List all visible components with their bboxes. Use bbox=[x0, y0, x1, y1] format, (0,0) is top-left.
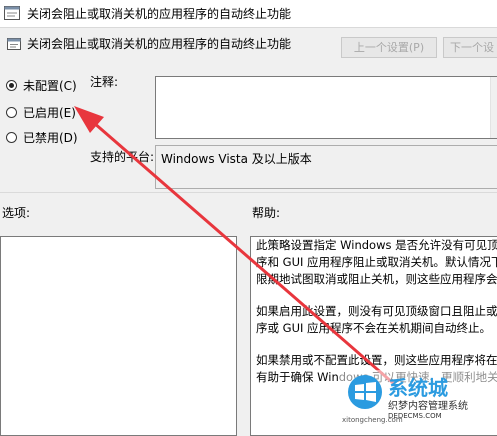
title-bar: 关闭会阻止或取消关机的应用程序的自动终止功能 bbox=[0, 0, 497, 28]
setting-title: 关闭会阻止或取消关机的应用程序的自动终止功能 bbox=[27, 37, 292, 51]
radio-label: 已启用(E) bbox=[23, 105, 76, 120]
comment-label: 注释: bbox=[90, 75, 119, 89]
supported-platform-value: Windows Vista 及以上版本 bbox=[155, 145, 497, 189]
options-panel[interactable] bbox=[0, 236, 237, 436]
radio-button[interactable] bbox=[6, 131, 17, 143]
help-line: 限期地试图取消或阻止关机，则这些应用程序会自 bbox=[256, 272, 497, 286]
radio-disabled[interactable]: 已禁用(D) bbox=[6, 128, 78, 146]
help-paragraph: 如果启用此设置，则没有可见顶级窗口且阻止或取 序或 GUI 应用程序不会在关机期… bbox=[256, 303, 497, 337]
radio-enabled[interactable]: 已启用(E) bbox=[6, 103, 76, 121]
radio-label: 未配置(C) bbox=[23, 78, 77, 93]
previous-setting-button[interactable]: 上一个设置(P) bbox=[341, 37, 437, 58]
help-label: 帮助: bbox=[252, 206, 281, 220]
policy-icon bbox=[4, 6, 20, 20]
help-line: 如果禁用或不配置此设置，则这些应用程序将在关 bbox=[256, 353, 497, 367]
help-paragraph: 此策略设置指定 Windows 是否允许没有可见顶级 序和 GUI 应用程序阻止… bbox=[256, 237, 497, 288]
radio-button[interactable] bbox=[6, 106, 17, 118]
window-title: 关闭会阻止或取消关机的应用程序的自动终止功能 bbox=[27, 7, 292, 21]
watermark-line1: 织梦内容管理系统 bbox=[388, 399, 468, 412]
watermark-line3: xitongcheng.com bbox=[342, 416, 403, 424]
setting-icon bbox=[7, 38, 21, 50]
radio-not-configured[interactable]: 未配置(C) bbox=[6, 76, 77, 94]
watermark-logo: 系统城 织梦内容管理系统 DEDECMS.COM xitongcheng.com bbox=[338, 370, 497, 424]
help-line: 此策略设置指定 Windows 是否允许没有可见顶级 bbox=[256, 238, 497, 252]
help-line: 序或 GUI 应用程序不会在关机期间自动终止。 bbox=[256, 321, 492, 335]
help-line: 如果启用此设置，则没有可见顶级窗口且阻止或取 bbox=[256, 304, 497, 318]
scrollbar[interactable] bbox=[490, 77, 497, 138]
radio-label: 已禁用(D) bbox=[23, 130, 78, 145]
comment-textarea[interactable] bbox=[155, 76, 497, 139]
watermark-brand: 系统城 bbox=[388, 376, 448, 400]
radio-button[interactable] bbox=[6, 79, 17, 91]
divider bbox=[0, 192, 497, 193]
next-setting-button[interactable]: 下一个设 bbox=[443, 37, 497, 58]
supported-platform-label: 支持的平台: bbox=[90, 150, 155, 164]
options-label: 选项: bbox=[2, 206, 31, 220]
help-line: 序和 GUI 应用程序阻止或取消关机。默认情况下, bbox=[256, 255, 497, 269]
